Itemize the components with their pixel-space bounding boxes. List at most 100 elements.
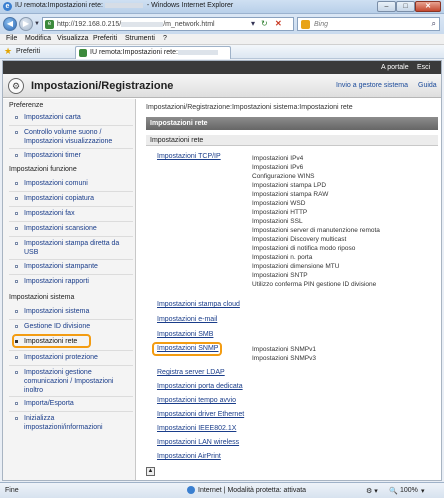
settings-logo-icon: ⚙: [8, 78, 24, 94]
main-content: Impostazioni/Registrazione:Impostazioni …: [137, 99, 441, 480]
link-ethernet[interactable]: Impostazioni driver Ethernet: [157, 411, 244, 418]
breadcrumb: Impostazioni/Registrazione:Impostazioni …: [146, 104, 353, 111]
status-text: Fine: [5, 487, 19, 494]
link-tcpip[interactable]: Impostazioni TCP/IP: [157, 153, 221, 160]
menu-file[interactable]: File: [6, 35, 17, 42]
help-link[interactable]: Guida: [418, 82, 437, 89]
address-field[interactable]: e http://192.168.0.215//m_network.html ▾…: [42, 17, 294, 31]
bullet-icon: [15, 197, 18, 200]
send-to-admin-link[interactable]: Invio a gestore sistema: [336, 82, 408, 89]
section-title: Impostazioni rete: [146, 117, 438, 130]
bullet-icon: [15, 356, 18, 359]
bullet-icon: [15, 227, 18, 230]
back-to-top-icon[interactable]: ▲: [146, 467, 155, 476]
address-dropdown-icon[interactable]: ▾: [251, 19, 255, 29]
bullet-icon: [15, 212, 18, 215]
bullet-icon: [15, 265, 18, 268]
bullet-icon: [15, 402, 18, 405]
link-airprint[interactable]: Impostazioni AirPrint: [157, 453, 221, 460]
link-ieee8021x[interactable]: Impostazioni IEEE802.1X: [157, 425, 236, 432]
close-button[interactable]: ✕: [415, 1, 441, 12]
bullet-icon: [15, 154, 18, 157]
link-snmp[interactable]: Impostazioni SNMP: [157, 345, 218, 352]
sub-section-title: Impostazioni rete: [146, 135, 438, 146]
address-toolbar: ◀ ▶ ▼ e http://192.168.0.215//m_network.…: [0, 14, 444, 34]
sidebar-heading-system: Impostazioni sistema: [9, 294, 75, 301]
snmp-item: Impostazioni SNMPv1: [252, 346, 316, 353]
search-placeholder: Bing: [314, 21, 329, 28]
bullet-icon: [15, 182, 18, 185]
link-dedicated-port[interactable]: Impostazioni porta dedicata: [157, 383, 243, 390]
sidebar-divider: [9, 125, 133, 126]
zoom-icon: 🔍: [389, 488, 398, 495]
bullet-icon: [15, 131, 18, 134]
stop-icon[interactable]: ✕: [275, 19, 282, 29]
sidebar-divider: [9, 259, 133, 260]
tab-title: IU remota:Impostazioni rete:: [90, 49, 218, 56]
link-email[interactable]: Impostazioni e-mail: [157, 316, 217, 323]
favorites-bar: ★ Preferiti IU remota:Impostazioni rete:: [0, 45, 444, 59]
tcpip-item: Impostazioni dimensione MTU: [252, 263, 340, 270]
window-title-bar: e IU remota:Impostazioni rete: - Windows…: [0, 0, 444, 14]
tcpip-item: Utilizzo conferma PIN gestione ID divisi…: [252, 281, 377, 288]
site-favicon-icon: e: [45, 20, 54, 29]
sidebar-divider: [9, 274, 133, 275]
browser-tab[interactable]: IU remota:Impostazioni rete:: [75, 46, 231, 59]
menu-help[interactable]: ?: [163, 35, 167, 42]
bullet-icon: [15, 371, 18, 374]
sidebar-divider: [9, 221, 133, 222]
maximize-button[interactable]: □: [396, 1, 415, 12]
zoom-dropdown-icon[interactable]: ▾: [421, 487, 425, 495]
tcpip-item: Configurazione WINS: [252, 173, 315, 180]
page-title: Impostazioni/Registrazione: [31, 80, 174, 92]
zoom-level[interactable]: 100%: [400, 487, 418, 494]
window-title: IU remota:Impostazioni rete: - Windows I…: [15, 2, 234, 9]
link-startup-time[interactable]: Impostazioni tempo avvio: [157, 397, 236, 404]
sidebar-divider: [9, 411, 133, 412]
sidebar-divider: [9, 191, 133, 192]
search-field[interactable]: Bing ⌕: [297, 17, 440, 31]
tab-favicon-icon: [79, 49, 87, 57]
sidebar-divider: [9, 365, 133, 366]
portal-link[interactable]: A portale: [381, 64, 409, 71]
ie-logo-icon: e: [3, 2, 12, 11]
favorites-star-icon[interactable]: ★: [4, 46, 12, 57]
menu-modifica[interactable]: Modifica: [25, 35, 51, 42]
minimize-button[interactable]: –: [377, 1, 396, 12]
tcpip-item: Impostazioni IPv4: [252, 155, 304, 162]
snmp-item: Impostazioni SNMPv3: [252, 355, 316, 362]
link-wireless-lan[interactable]: Impostazioni LAN wireless: [157, 439, 239, 446]
tcpip-item: Impostazioni server di manutenzione remo…: [252, 227, 380, 234]
security-zone-text: Internet | Modalità protetta: attivata: [198, 487, 307, 494]
status-bar: Fine Internet | Modalità protetta: attiv…: [0, 482, 444, 498]
sidebar-divider: [9, 206, 133, 207]
tcpip-item: Impostazioni IPv6: [252, 164, 304, 171]
link-cloud-print[interactable]: Impostazioni stampa cloud: [157, 301, 240, 308]
menu-strumenti[interactable]: Strumenti: [125, 35, 155, 42]
sidebar-heading-preferences: Preferenze: [9, 102, 44, 109]
favorites-button[interactable]: Preferiti: [16, 48, 40, 55]
menu-preferiti[interactable]: Preferiti: [93, 35, 117, 42]
back-button[interactable]: ◀: [3, 17, 17, 31]
app-header: ⚙ Impostazioni/Registrazione Invio a ges…: [3, 74, 441, 98]
search-icon[interactable]: ⌕: [432, 19, 436, 29]
tcpip-item: Impostazioni HTTP: [252, 209, 308, 216]
protected-mode-icon[interactable]: ⚙ ▾: [366, 487, 378, 495]
tcpip-item: Impostazioni SNTP: [252, 272, 308, 279]
tcpip-item: Impostazioni stampa LPD: [252, 182, 327, 189]
url-text[interactable]: http://192.168.0.215//m_network.html: [57, 21, 215, 28]
link-ldap[interactable]: Registra server LDAP: [157, 369, 225, 376]
redacted-text: [104, 2, 143, 8]
forward-button[interactable]: ▶: [19, 17, 33, 31]
tcpip-item: Impostazioni di notifica modo riposo: [252, 245, 356, 252]
menu-visualizza[interactable]: Visualizza: [57, 35, 88, 42]
link-smb[interactable]: Impostazioni SMB: [157, 331, 213, 338]
refresh-icon[interactable]: ↻: [261, 19, 268, 29]
internet-zone-icon: [187, 486, 195, 494]
app-top-bar: A portale Esci: [3, 61, 441, 74]
bullet-icon: [15, 340, 18, 343]
redacted-text: [177, 49, 218, 55]
history-dropdown-icon[interactable]: ▼: [34, 21, 40, 27]
logout-link[interactable]: Esci: [417, 64, 430, 71]
sidebar-heading-function: Impostazioni funzione: [9, 166, 77, 173]
